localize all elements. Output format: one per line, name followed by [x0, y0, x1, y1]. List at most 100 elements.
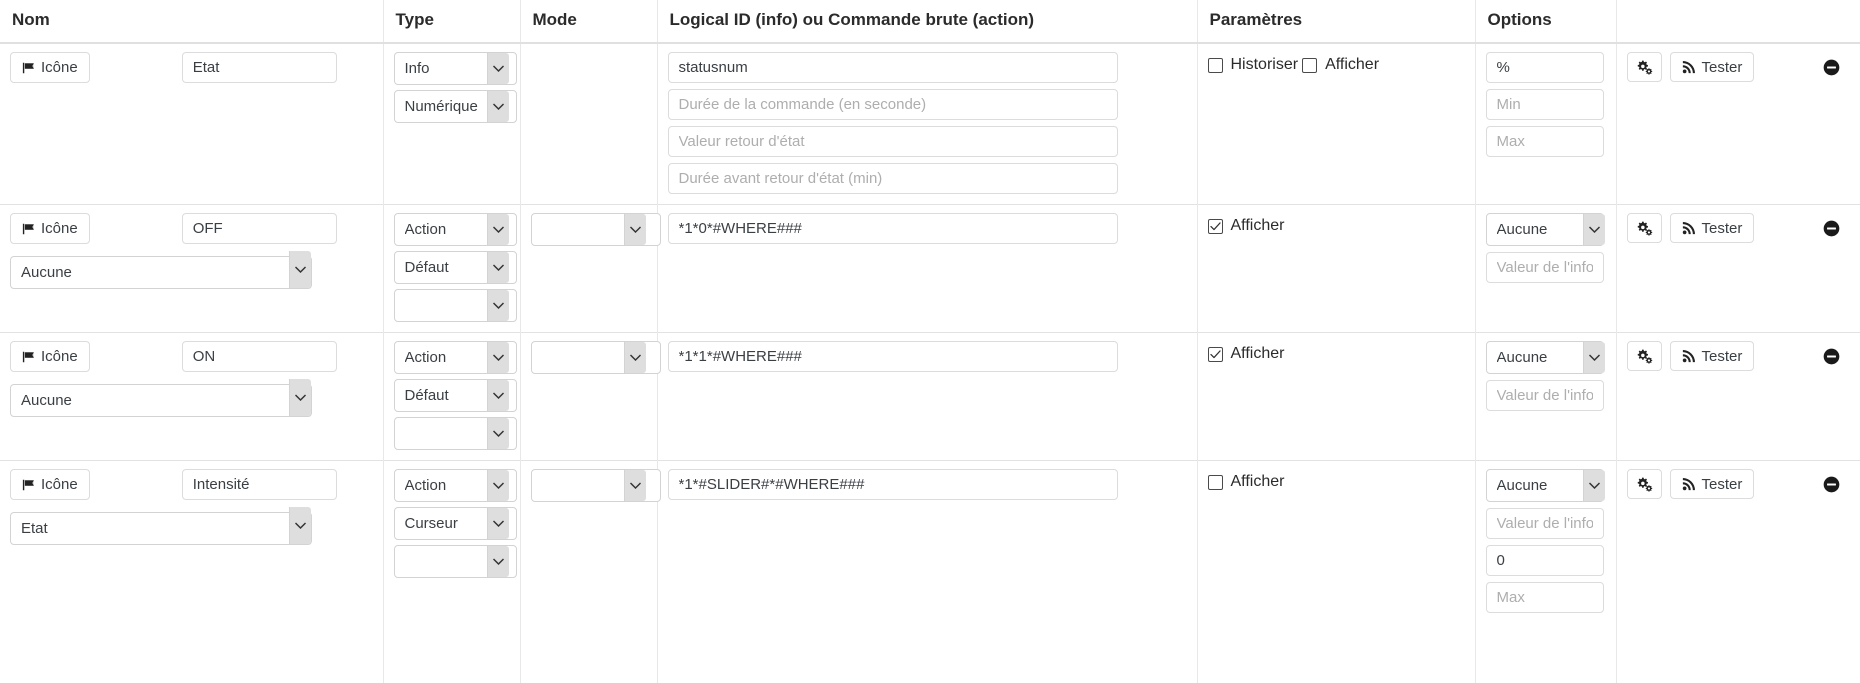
option-input-1[interactable] [1485, 508, 1604, 539]
icon-picker-button[interactable]: Icône [10, 213, 90, 244]
cell-options: Aucune [1475, 332, 1617, 461]
icon-button-label: Icône [41, 220, 78, 237]
mode-select-wrapper [530, 341, 661, 374]
option-input-1[interactable] [1485, 380, 1604, 411]
type-select-wrapper: Action [393, 341, 517, 374]
icon-button-label: Icône [41, 59, 78, 76]
remove-command-button[interactable] [1823, 220, 1840, 237]
flag-icon [22, 351, 34, 362]
logical-extra-input-2[interactable] [667, 163, 1118, 194]
test-button-label: Tester [1701, 58, 1743, 76]
rss-icon [1682, 350, 1695, 363]
column-header-logical-id: Logical ID (info) ou Commande brute (act… [657, 0, 1198, 44]
logical-extra-input-0[interactable] [667, 89, 1118, 120]
cell-parametres: Afficher [1197, 332, 1476, 461]
test-button[interactable]: Tester [1669, 213, 1755, 243]
mode-select[interactable] [530, 341, 661, 374]
option-input-3[interactable] [1485, 582, 1604, 613]
configure-button[interactable] [1626, 469, 1662, 499]
param-checkbox-group-0: Afficher [1207, 217, 1289, 235]
subtype-select-wrapper: Défaut [393, 251, 517, 284]
subtype-select[interactable]: Numérique [393, 90, 517, 123]
command-name-input[interactable] [181, 469, 337, 500]
icon-button-label: Icône [41, 348, 78, 365]
icon-picker-button[interactable]: Icône [10, 469, 90, 500]
template-select[interactable] [393, 289, 517, 322]
test-button-label: Tester [1701, 475, 1743, 493]
icon-picker-button[interactable]: Icône [10, 341, 90, 372]
configure-button[interactable] [1626, 52, 1662, 82]
checkbox-afficher[interactable] [1207, 346, 1223, 362]
linked-info-select[interactable]: Aucune [10, 256, 312, 289]
actions-row: Tester [1626, 469, 1851, 499]
column-header-options: Options [1475, 0, 1617, 44]
checkbox-label-afficher: Afficher [1325, 56, 1380, 73]
type-select[interactable]: Action [393, 213, 517, 246]
linked-info-select-wrapper: Etat [10, 506, 312, 545]
linked-info-select[interactable]: Etat [10, 512, 312, 545]
configure-button[interactable] [1626, 341, 1662, 371]
cell-logical-id [657, 204, 1198, 333]
table-row: Icône Aucune Action Défaut Afficher Aucune Tes… [0, 204, 1860, 333]
type-select[interactable]: Action [393, 341, 517, 374]
template-select[interactable] [393, 545, 517, 578]
subtype-select[interactable]: Défaut [393, 379, 517, 412]
minus-circle-icon[interactable] [1823, 348, 1840, 365]
logical-id-input[interactable] [667, 52, 1118, 83]
option-select-0[interactable]: Aucune [1485, 213, 1604, 246]
subtype-select[interactable]: Défaut [393, 251, 517, 284]
checkbox-historiser[interactable] [1207, 57, 1223, 73]
icon-button-label: Icône [41, 476, 78, 493]
checkbox-label-historiser: Historiser [1230, 56, 1299, 73]
option-input-2[interactable] [1485, 545, 1604, 576]
template-select[interactable] [393, 417, 517, 450]
minus-circle-icon[interactable] [1823, 476, 1840, 493]
param-checkbox-group-0: Historiser [1207, 56, 1303, 74]
type-select[interactable]: Action [393, 469, 517, 502]
mode-select[interactable] [530, 213, 661, 246]
type-select[interactable]: Info [393, 52, 517, 85]
parameters-checkbox-row: Afficher [1207, 213, 1465, 235]
checkbox-afficher[interactable] [1207, 474, 1223, 490]
subtype-select[interactable]: Curseur [393, 507, 517, 540]
option-input-2[interactable] [1485, 126, 1604, 157]
column-header-type: Type [383, 0, 521, 44]
logical-id-input[interactable] [667, 341, 1118, 372]
command-name-input[interactable] [181, 213, 337, 244]
rss-icon [1682, 222, 1695, 235]
configure-button[interactable] [1626, 213, 1662, 243]
cell-mode [520, 42, 658, 205]
checkbox-afficher[interactable] [1207, 218, 1223, 234]
test-button[interactable]: Tester [1669, 52, 1755, 82]
command-name-input[interactable] [181, 52, 337, 83]
linked-info-select[interactable]: Aucune [10, 384, 312, 417]
remove-command-button[interactable] [1823, 59, 1840, 76]
option-select-0[interactable]: Aucune [1485, 341, 1604, 374]
test-button[interactable]: Tester [1669, 469, 1755, 499]
parameters-checkbox-row: Afficher [1207, 341, 1465, 363]
minus-circle-icon[interactable] [1823, 59, 1840, 76]
checkbox-afficher[interactable] [1302, 57, 1318, 73]
param-checkbox-group-0: Afficher [1207, 345, 1289, 363]
actions-row: Tester [1626, 52, 1851, 82]
mode-select[interactable] [530, 469, 661, 502]
test-button[interactable]: Tester [1669, 341, 1755, 371]
check-icon [1209, 349, 1221, 358]
option-input-0[interactable] [1485, 52, 1604, 83]
command-name-input[interactable] [181, 341, 337, 372]
cell-options [1475, 42, 1617, 205]
minus-circle-icon[interactable] [1823, 220, 1840, 237]
option-select-0[interactable]: Aucune [1485, 469, 1604, 502]
remove-command-button[interactable] [1823, 348, 1840, 365]
option-input-1[interactable] [1485, 252, 1604, 283]
remove-command-button[interactable] [1823, 476, 1840, 493]
option-input-1[interactable] [1485, 89, 1604, 120]
icon-picker-button[interactable]: Icône [10, 52, 90, 83]
logical-id-input[interactable] [667, 213, 1118, 244]
actions-row: Tester [1626, 213, 1851, 243]
mode-select-wrapper [530, 469, 661, 502]
logical-extra-input-1[interactable] [667, 126, 1118, 157]
logical-id-input[interactable] [667, 469, 1118, 500]
subtype-select-wrapper: Curseur [393, 507, 517, 540]
cogs-icon [1637, 477, 1652, 492]
